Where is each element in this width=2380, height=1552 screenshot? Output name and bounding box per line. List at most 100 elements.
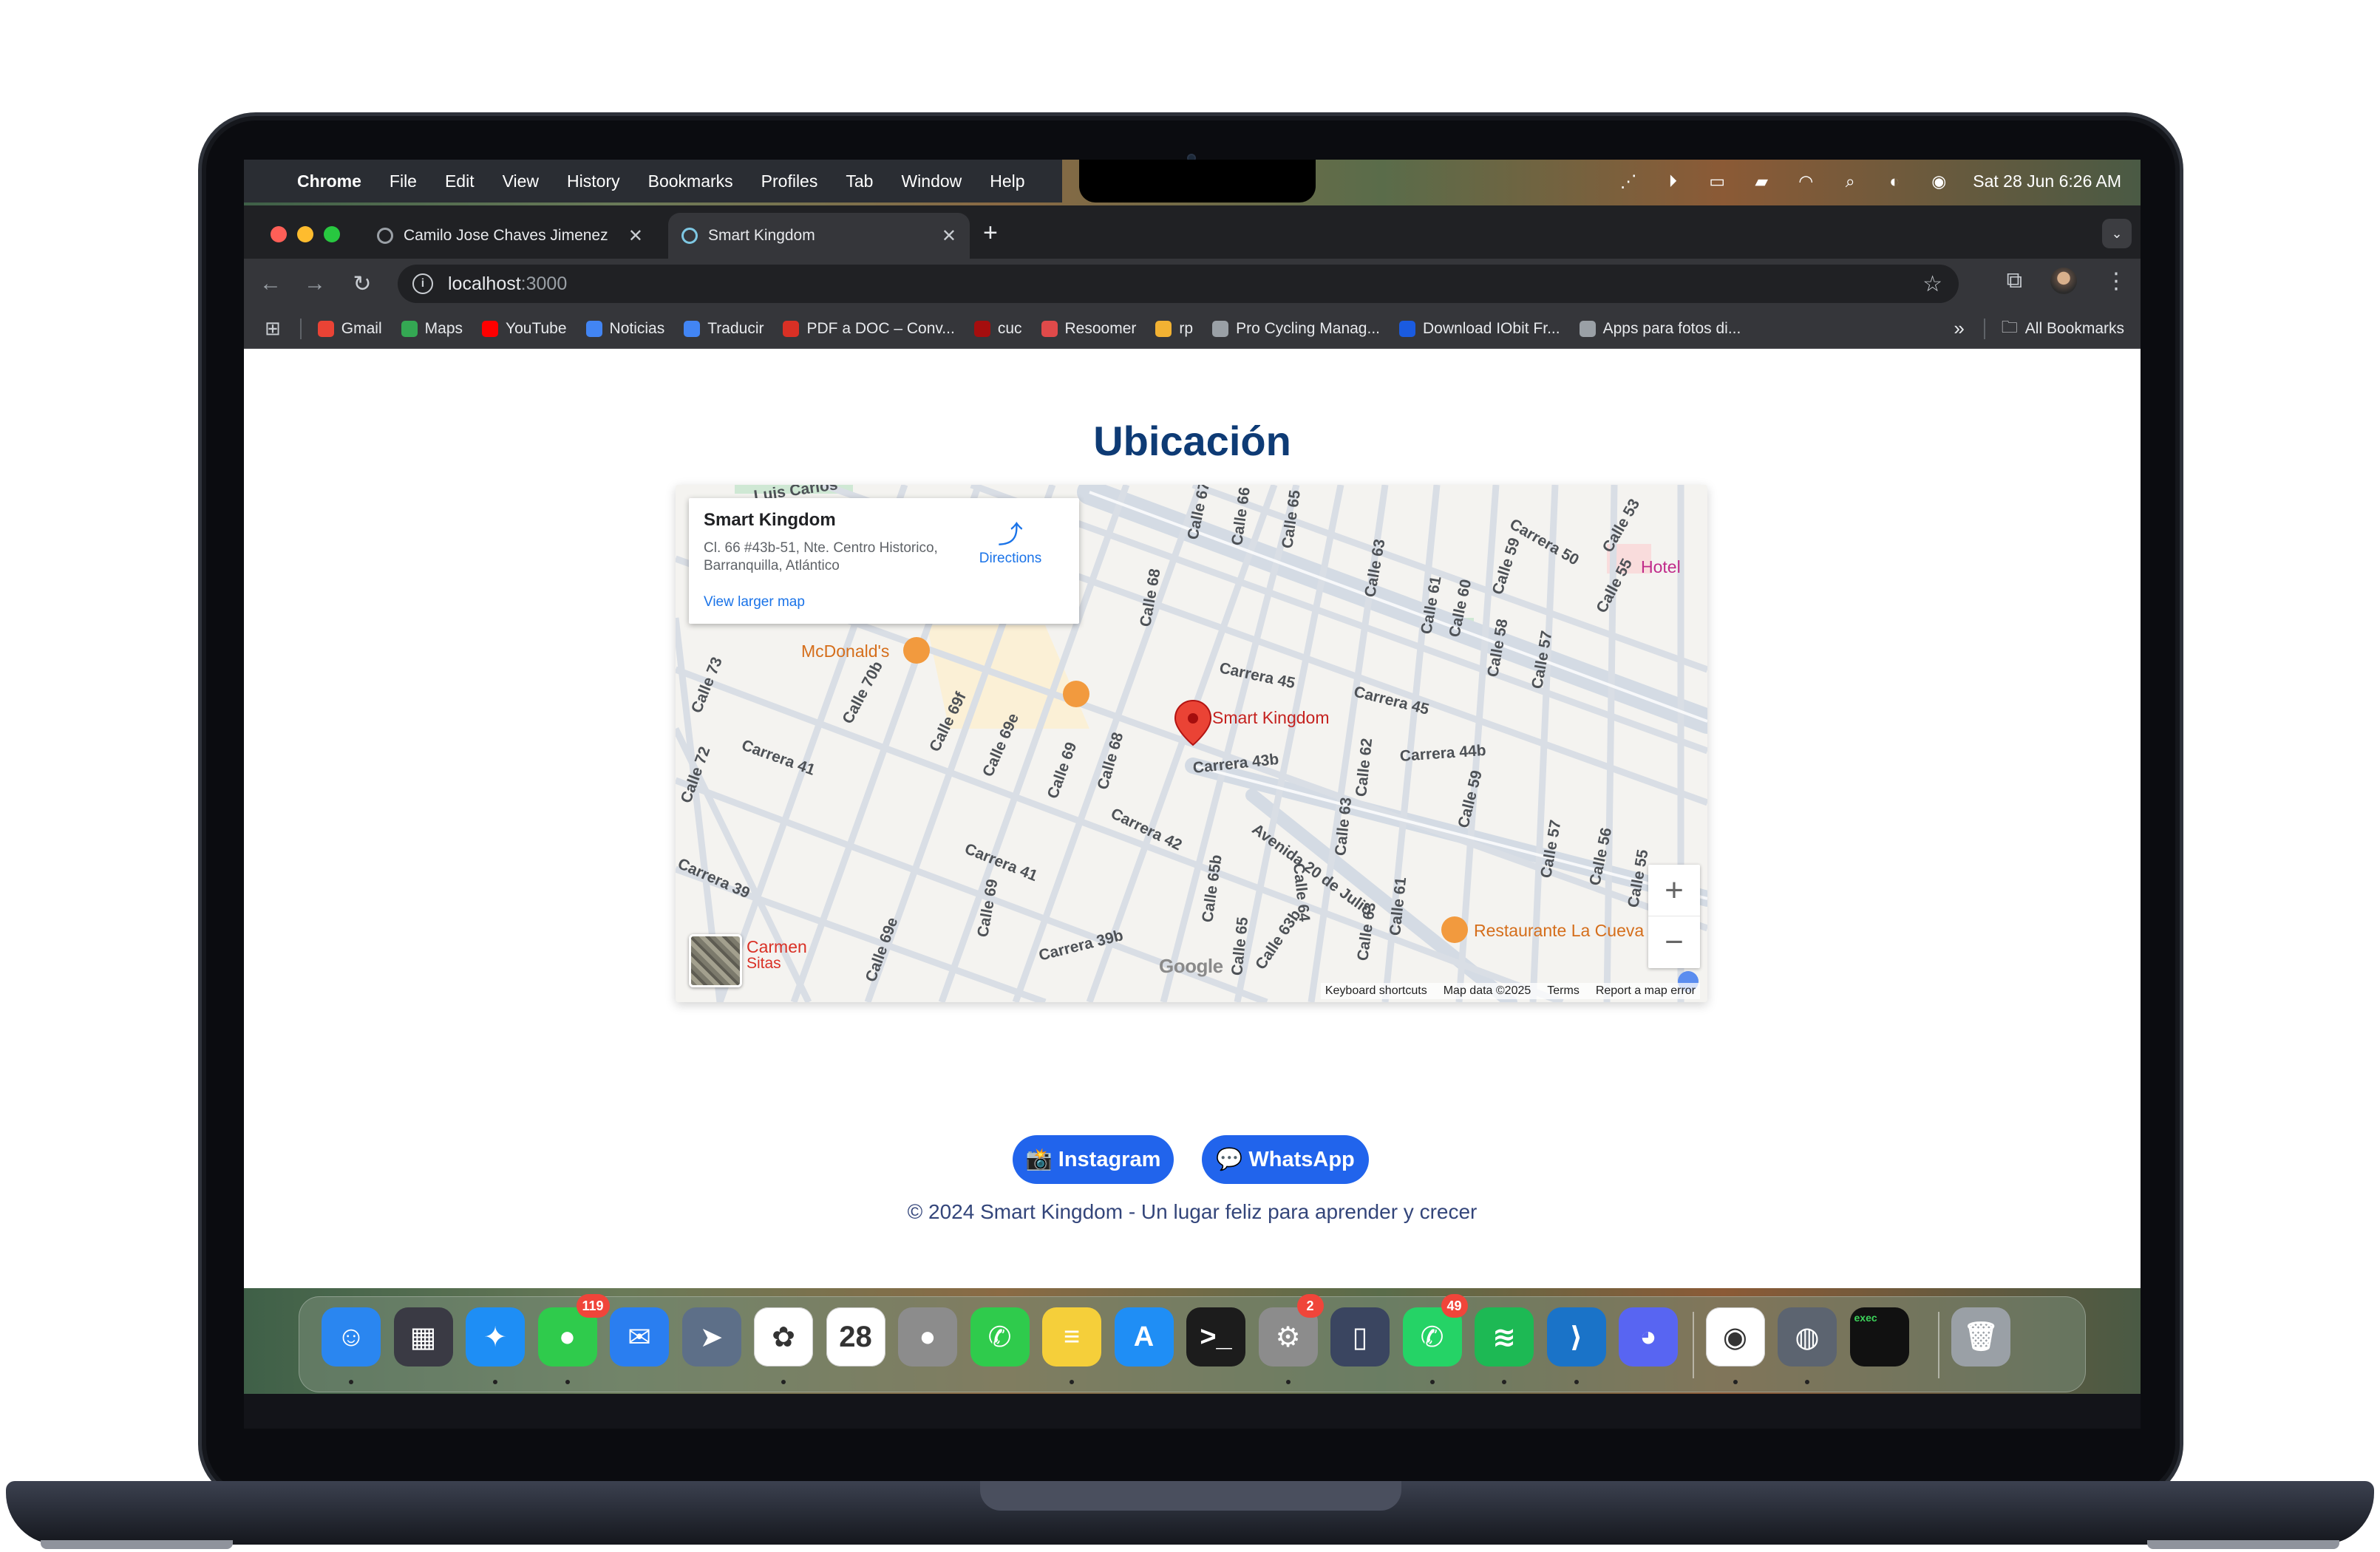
bookmark-item[interactable]: Pro Cycling Manag... <box>1212 320 1380 338</box>
back-button[interactable]: ← <box>256 269 285 299</box>
keyboard-shortcuts-link[interactable]: Keyboard shortcuts <box>1325 984 1427 998</box>
address-bar[interactable]: i localhost:3000 ☆ <box>398 265 1959 303</box>
zoom-out-button[interactable]: − <box>1648 916 1700 968</box>
discord-icon[interactable]: ◕ <box>1619 1307 1678 1366</box>
new-tab-button[interactable]: + <box>983 219 998 248</box>
safari-icon[interactable]: ✦ <box>466 1307 525 1366</box>
close-tab-icon[interactable]: ✕ <box>942 225 956 247</box>
news-icon <box>585 320 602 337</box>
menu-clock[interactable]: Sat 28 Jun 6:26 AM <box>1973 171 2121 191</box>
directions-icon: ⤴ <box>998 521 1023 549</box>
bookmark-label: Maps <box>424 319 463 337</box>
calendar-icon[interactable]: 28 <box>826 1307 885 1366</box>
terminal-icon[interactable]: >_ <box>1186 1307 1245 1366</box>
notes-icon[interactable]: ≡ <box>1042 1307 1101 1366</box>
profile-avatar[interactable] <box>2050 268 2077 294</box>
instagram-button[interactable]: 📸 Instagram <box>1013 1135 1174 1184</box>
tab-title: Camilo Jose Chaves Jimenez <box>404 227 608 244</box>
wifi-icon[interactable]: ◠ <box>1795 171 1816 191</box>
exec-icon[interactable]: exec <box>1849 1307 1909 1366</box>
map-marker-label[interactable]: Smart Kingdom <box>1212 708 1330 728</box>
zoom-window-button[interactable] <box>324 226 340 242</box>
whatsapp-button[interactable]: 💬 WhatsApp <box>1202 1135 1369 1184</box>
bookmark-label: Noticias <box>609 319 665 337</box>
bookmark-item[interactable]: rp <box>1155 320 1193 338</box>
site-info-icon[interactable]: i <box>412 273 433 294</box>
running-indicator <box>1285 1380 1291 1384</box>
bookmark-item[interactable]: Download IObit Fr... <box>1399 320 1560 338</box>
trash-icon[interactable]: 🗑 <box>1951 1307 2010 1366</box>
satellite-toggle[interactable] <box>689 934 742 987</box>
tab-camilo[interactable]: Camilo Jose Chaves Jimenez ✕ <box>364 213 656 259</box>
bookmark-item[interactable]: Gmail <box>317 320 382 338</box>
play-icon[interactable]: ⏵ <box>1662 171 1683 191</box>
control-center-icon[interactable]: ◐ <box>1884 171 1905 191</box>
screen-share-icon[interactable]: ⋰ <box>1618 171 1639 191</box>
mail-icon[interactable]: ✉ <box>610 1307 669 1366</box>
menu-bookmarks[interactable]: Bookmarks <box>648 171 733 191</box>
directions-button[interactable]: ⤴ Directions <box>970 514 1051 567</box>
battery-icon[interactable]: ▰ <box>1751 171 1772 191</box>
contacts-icon[interactable]: ● <box>898 1307 957 1366</box>
view-larger-map-link[interactable]: View larger map <box>704 594 805 610</box>
launchpad-icon[interactable]: ▦ <box>393 1307 453 1366</box>
bookmark-item[interactable]: Resoomer <box>1041 320 1136 338</box>
more-menu-icon[interactable]: ⋮ <box>2105 268 2127 294</box>
menu-help[interactable]: Help <box>990 171 1024 191</box>
poi-sitas[interactable]: Sitas <box>747 955 781 973</box>
close-tab-icon[interactable]: ✕ <box>628 225 643 247</box>
menu-file[interactable]: File <box>390 171 417 191</box>
close-window-button[interactable] <box>271 226 287 242</box>
photos-icon[interactable]: ✿ <box>754 1307 813 1366</box>
forward-button[interactable]: → <box>300 269 330 299</box>
bookmark-item[interactable]: PDF a DOC – Conv... <box>783 320 955 338</box>
apps-grid-icon[interactable]: ⊞ <box>265 317 281 340</box>
menu-tab[interactable]: Tab <box>846 171 873 191</box>
poi-mcdonalds[interactable]: McDonald's <box>801 641 889 661</box>
report-error-link[interactable]: Report a map error <box>1596 984 1696 998</box>
bookmark-item[interactable]: YouTube <box>482 320 567 338</box>
app-store-icon[interactable]: A <box>1114 1307 1174 1366</box>
menu-app-name[interactable]: Chrome <box>297 171 361 191</box>
reload-button[interactable]: ↻ <box>347 269 377 299</box>
bookmarks-bar: ⊞ Gmail Maps YouTube Noticias Traducir PDF a … <box>244 309 2141 349</box>
xcode-helper-icon[interactable]: ◍ <box>1778 1307 1837 1366</box>
menu-edit[interactable]: Edit <box>445 171 475 191</box>
poi-carmen[interactable]: Carmen <box>747 937 807 957</box>
poi-hotel[interactable]: Hotel <box>1641 557 1681 577</box>
bookmark-star-icon[interactable]: ☆ <box>1922 271 1942 297</box>
menu-view[interactable]: View <box>503 171 539 191</box>
embedded-map[interactable]: Carrera 45 Carrera 45 Carrera 43b Carrera 4… <box>676 485 1707 1002</box>
bookmark-item[interactable]: Maps <box>401 320 463 338</box>
simulator-icon[interactable]: ▯ <box>1330 1307 1390 1366</box>
phone-icon[interactable]: ✆ <box>970 1307 1030 1366</box>
tab-search-button[interactable]: ⌄ <box>2102 219 2132 248</box>
all-bookmarks-button[interactable]: All Bookmarks <box>2025 320 2124 338</box>
menu-history[interactable]: History <box>567 171 620 191</box>
maps-icon[interactable]: ➤ <box>681 1307 741 1366</box>
tab-smart-kingdom[interactable]: Smart Kingdom ✕ <box>668 213 970 259</box>
dock-separator <box>1692 1312 1694 1378</box>
bookmark-item[interactable]: Noticias <box>585 319 665 338</box>
bookmark-item[interactable]: Traducir <box>684 320 764 338</box>
menu-profiles[interactable]: Profiles <box>761 171 818 191</box>
minimize-window-button[interactable] <box>297 226 313 242</box>
finder-icon[interactable]: ☺ <box>322 1307 381 1366</box>
display-icon[interactable]: ▭ <box>1707 171 1727 191</box>
chrome-icon[interactable]: ◉ <box>1705 1307 1765 1366</box>
running-indicator <box>1070 1380 1074 1384</box>
bookmark-item[interactable]: Apps para fotos di... <box>1579 320 1741 338</box>
spotlight-search-icon[interactable]: ⌕ <box>1840 171 1860 191</box>
bookmark-item[interactable]: cuc <box>973 320 1022 338</box>
gmail-icon <box>317 320 334 337</box>
siri-icon[interactable]: ◉ <box>1928 171 1949 191</box>
spotify-icon[interactable]: ≋ <box>1475 1307 1534 1366</box>
terms-link[interactable]: Terms <box>1547 984 1580 998</box>
extensions-icon[interactable]: ⧉ <box>2007 268 2022 293</box>
bookmarks-overflow-icon[interactable]: » <box>1954 317 1964 340</box>
vscode-icon[interactable]: ⟩ <box>1546 1307 1606 1366</box>
menu-window[interactable]: Window <box>901 171 962 191</box>
zoom-in-button[interactable]: + <box>1648 865 1700 916</box>
url-host: localhost <box>448 273 521 294</box>
poi-restaurante-la-cueva[interactable]: Restaurante La Cueva <box>1474 921 1644 941</box>
